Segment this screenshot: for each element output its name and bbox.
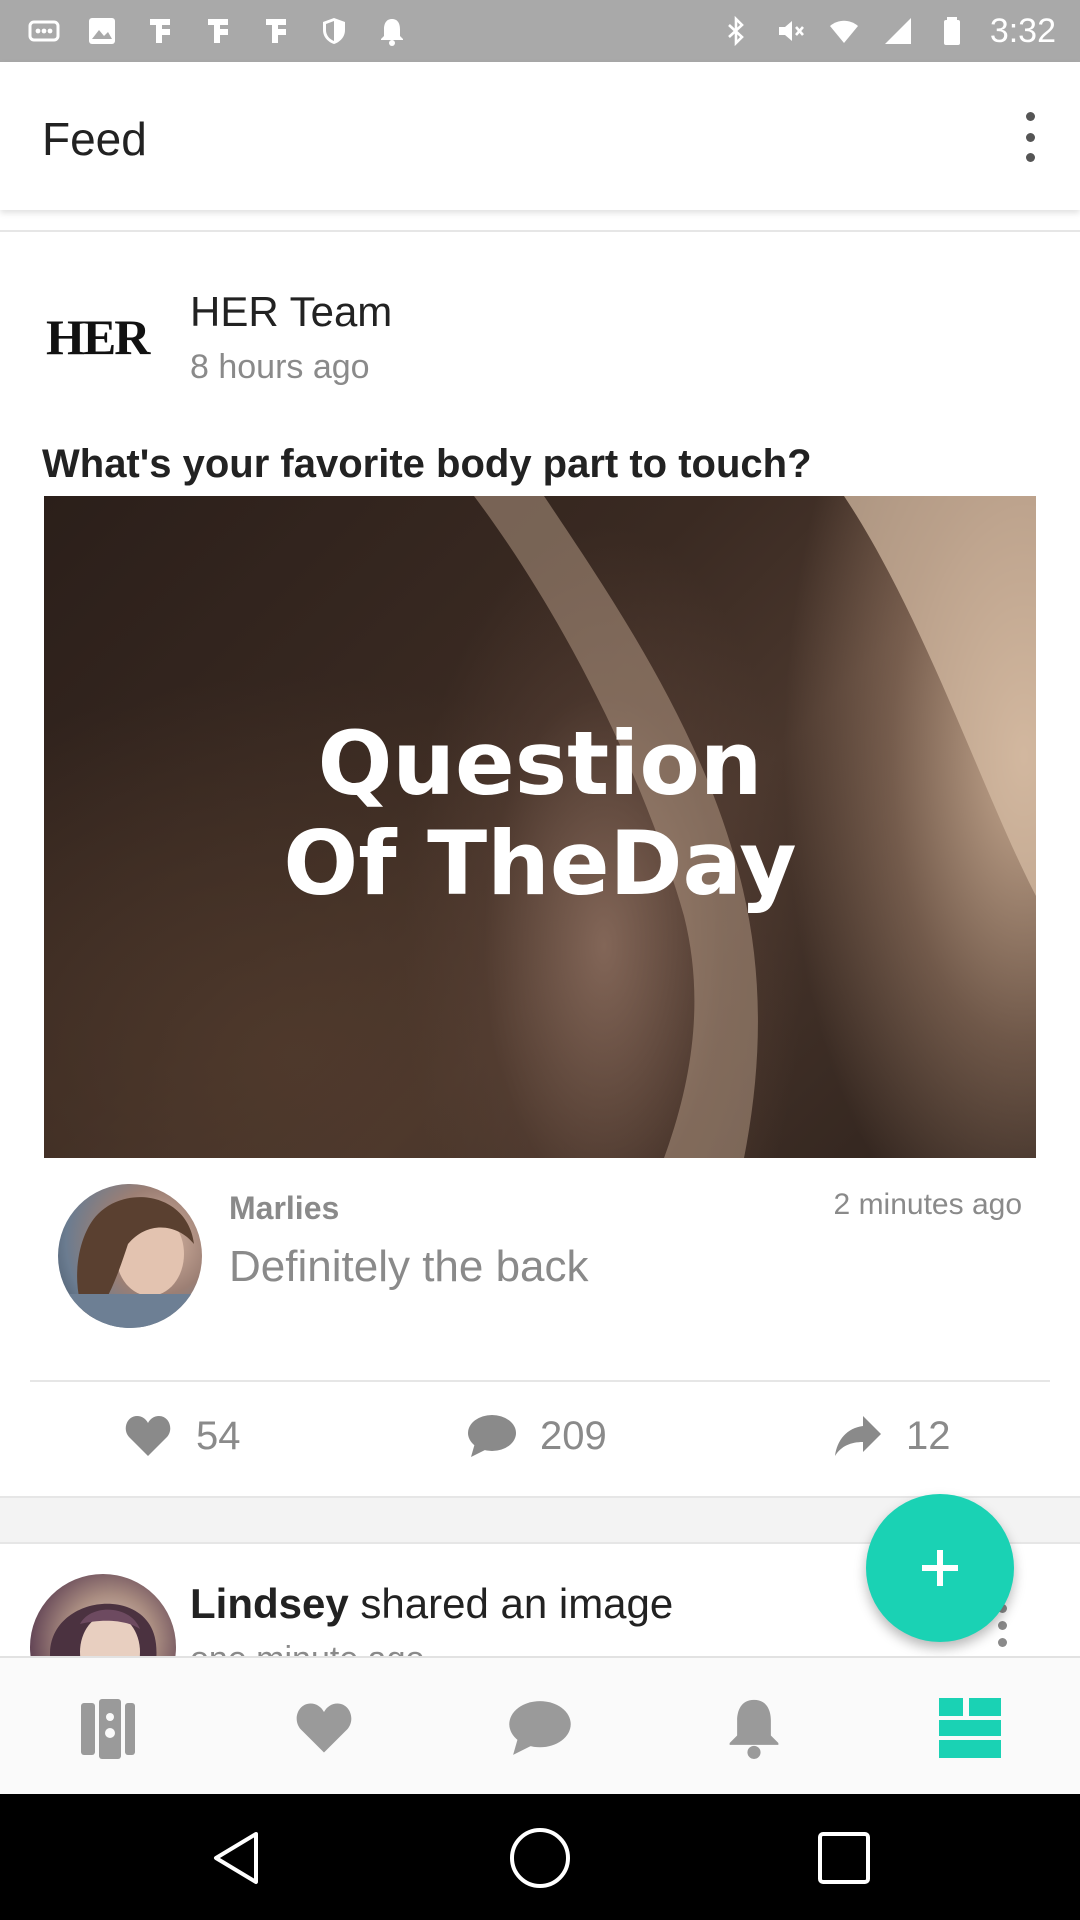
- notification-icon: [202, 15, 234, 47]
- heart-icon: [296, 1703, 352, 1753]
- her-logo: HER: [46, 309, 150, 365]
- next-post-author[interactable]: Lindsey: [190, 1580, 349, 1627]
- page-title: Feed: [42, 113, 147, 165]
- signal-icon: [882, 15, 914, 47]
- app-screen: 3:32 Feed HER HER Team 8 hours ago What'…: [0, 0, 1080, 1920]
- add-post-button[interactable]: [866, 1494, 1014, 1642]
- likes-count: 54: [196, 1413, 241, 1458]
- share-button[interactable]: 12: [832, 1410, 951, 1462]
- nav-feed[interactable]: [930, 1688, 1010, 1768]
- image-icon: [86, 15, 118, 47]
- wifi-icon: [828, 15, 860, 47]
- battery-icon: [936, 15, 968, 47]
- image-caption-line2: Of TheDay: [283, 812, 797, 915]
- nav-likes[interactable]: [284, 1688, 364, 1768]
- nav-chat[interactable]: [500, 1688, 580, 1768]
- notification-icon: [260, 15, 292, 47]
- nav-cards[interactable]: [68, 1688, 148, 1768]
- recents-icon[interactable]: [812, 1826, 876, 1890]
- bell-icon: [729, 1699, 779, 1759]
- commenter-name[interactable]: Marlies: [229, 1190, 339, 1227]
- divider: [0, 230, 1080, 232]
- post-timestamp: 8 hours ago: [190, 348, 370, 386]
- clock: 3:32: [989, 11, 1056, 50]
- avatar[interactable]: [58, 1184, 202, 1328]
- bottom-navigation: [0, 1656, 1080, 1794]
- heart-icon: [122, 1410, 174, 1462]
- comment-button[interactable]: 209: [466, 1410, 607, 1462]
- next-post-title[interactable]: Lindsey shared an image: [190, 1580, 673, 1628]
- bluetooth-icon: [720, 15, 752, 47]
- feed-icon: [939, 1698, 1001, 1758]
- comment-text: Definitely the back: [229, 1242, 589, 1291]
- app-bar: Feed: [0, 62, 1080, 210]
- notification-icon: [144, 15, 176, 47]
- divider: [30, 1380, 1050, 1382]
- overflow-menu-icon[interactable]: [1016, 112, 1044, 162]
- home-icon[interactable]: [508, 1826, 572, 1890]
- post-image[interactable]: Question Of TheDay: [44, 496, 1036, 1158]
- chat-icon: [509, 1701, 571, 1755]
- more-icon: [28, 15, 60, 47]
- image-caption-line1: Question: [317, 712, 763, 815]
- status-bar: 3:32: [0, 0, 1080, 62]
- like-button[interactable]: 54: [122, 1410, 241, 1462]
- nav-notifications[interactable]: [714, 1688, 794, 1768]
- system-navigation-bar: [0, 1794, 1080, 1920]
- back-icon[interactable]: [204, 1826, 268, 1890]
- chat-icon: [466, 1410, 518, 1462]
- shares-count: 12: [906, 1413, 951, 1458]
- cards-icon: [81, 1699, 135, 1759]
- mute-icon: [774, 15, 806, 47]
- comments-count: 209: [540, 1413, 607, 1458]
- plus-icon: [922, 1550, 958, 1586]
- shield-icon: [318, 15, 350, 47]
- post-question[interactable]: What's your favorite body part to touch?: [42, 442, 812, 487]
- comment-timestamp: 2 minutes ago: [833, 1188, 1022, 1221]
- share-icon: [832, 1410, 884, 1462]
- post-author[interactable]: HER Team: [190, 288, 392, 336]
- next-post-action: shared an image: [348, 1580, 674, 1627]
- bell-icon: [376, 15, 408, 47]
